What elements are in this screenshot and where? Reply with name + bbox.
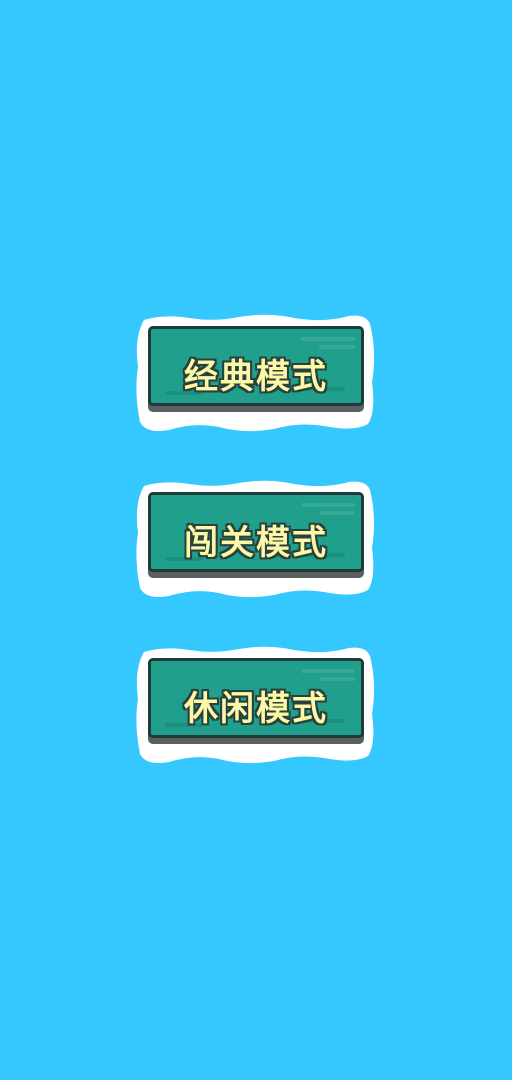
level-mode-button[interactable]: 闯关模式 [134, 478, 378, 600]
button-plate: 经典模式 [148, 326, 364, 406]
classic-mode-button[interactable]: 经典模式 [134, 312, 378, 434]
button-plate: 闯关模式 [148, 492, 364, 572]
game-menu-screen: { "background_color": "#35c8ff", "menu":… [0, 0, 512, 1080]
casual-mode-button[interactable]: 休闲模式 [134, 644, 378, 766]
button-label: 经典模式 [183, 356, 328, 398]
button-label: 休闲模式 [183, 688, 328, 730]
button-label: 闯关模式 [183, 522, 328, 564]
button-plate: 休闲模式 [148, 658, 364, 738]
